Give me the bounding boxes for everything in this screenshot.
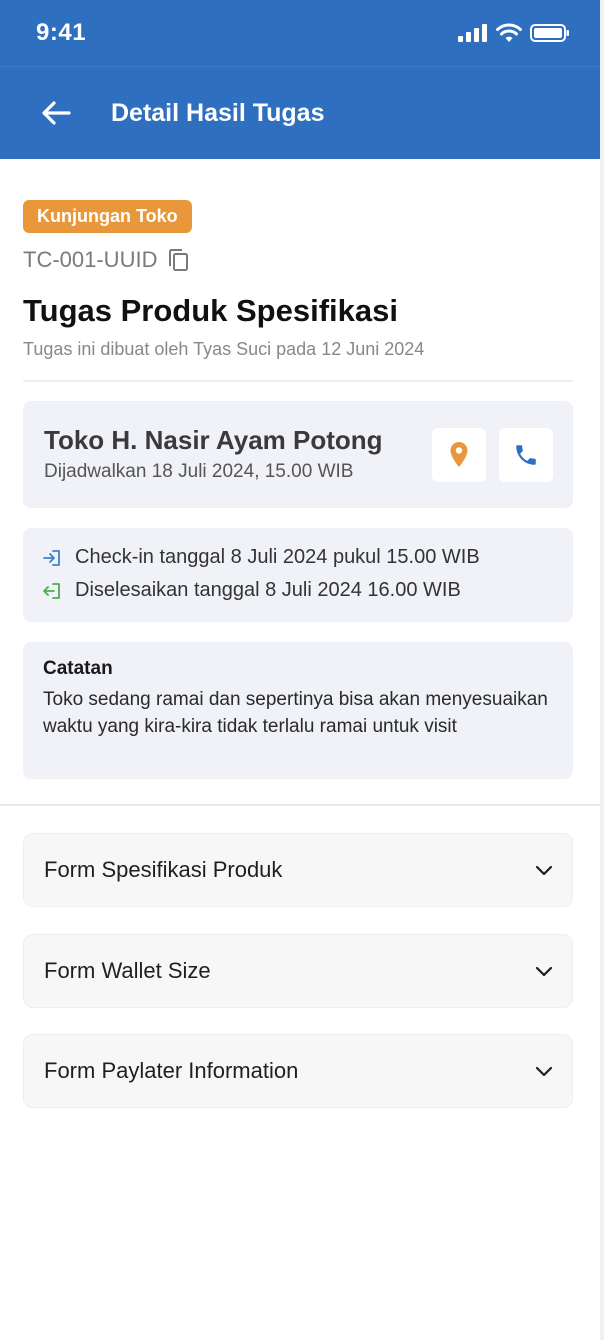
- screen: 9:41 Detail Hasil Tugas Kunjungan Toko T…: [0, 0, 604, 1340]
- notes-card: Catatan Toko sedang ramai dan sepertinya…: [23, 642, 573, 779]
- notes-body: Toko sedang ramai dan sepertinya bisa ak…: [43, 689, 548, 737]
- notes-title: Catatan: [43, 658, 113, 679]
- battery-icon: [530, 24, 569, 42]
- accordion-label: Form Spesifikasi Produk: [44, 857, 283, 882]
- phone-icon: [516, 445, 536, 465]
- task-id-row: TC-001-UUID: [23, 247, 189, 273]
- page-title: Detail Hasil Tugas: [111, 98, 325, 127]
- copy-icon: [169, 249, 189, 271]
- task-meta: Tugas ini dibuat oleh Tyas Suci pada 12 …: [23, 339, 425, 359]
- section-divider: [0, 804, 600, 806]
- edge-strip: [600, 0, 604, 1340]
- back-button[interactable]: [26, 83, 86, 143]
- call-button[interactable]: [499, 428, 553, 482]
- location-pin-icon: [450, 442, 468, 467]
- task-type-badge: Kunjungan Toko: [23, 200, 192, 233]
- task-id: TC-001-UUID: [23, 247, 158, 272]
- task-title: Tugas Produk Spesifikasi: [23, 293, 398, 328]
- login-icon: [43, 549, 60, 566]
- arrow-left-icon: [42, 101, 71, 125]
- wifi-icon: [496, 23, 522, 42]
- chevron-down-icon: [535, 1066, 553, 1077]
- app-bar: Detail Hasil Tugas: [0, 66, 600, 159]
- divider: [23, 380, 573, 382]
- status-icons: [458, 23, 570, 43]
- chevron-down-icon: [535, 966, 553, 977]
- signal-icon: [458, 24, 487, 42]
- activity-log-card: Check-in tanggal 8 Juli 2024 pukul 15.00…: [23, 528, 573, 622]
- checkin-row: Check-in tanggal 8 Juli 2024 pukul 15.00…: [43, 546, 480, 569]
- store-name: Toko H. Nasir Ayam Potong: [44, 425, 383, 455]
- form-accordion-paylater-information[interactable]: Form Paylater Information: [23, 1034, 573, 1108]
- checkin-text: Check-in tanggal 8 Juli 2024 pukul 15.00…: [75, 546, 480, 568]
- logout-icon: [43, 582, 60, 599]
- location-button[interactable]: [432, 428, 486, 482]
- form-accordion-spesifikasi-produk[interactable]: Form Spesifikasi Produk: [23, 833, 573, 907]
- store-schedule: Dijadwalkan 18 Juli 2024, 15.00 WIB: [44, 461, 354, 482]
- chevron-down-icon: [535, 865, 553, 876]
- status-bar: 9:41: [0, 0, 600, 66]
- accordion-label: Form Paylater Information: [44, 1058, 299, 1083]
- status-time: 9:41: [36, 19, 87, 46]
- copy-button[interactable]: [167, 248, 189, 272]
- store-card: Toko H. Nasir Ayam Potong Dijadwalkan 18…: [23, 401, 573, 508]
- completed-text: Diselesaikan tanggal 8 Juli 2024 16.00 W…: [75, 579, 461, 601]
- completed-row: Diselesaikan tanggal 8 Juli 2024 16.00 W…: [43, 579, 461, 602]
- form-accordion-wallet-size[interactable]: Form Wallet Size: [23, 934, 573, 1008]
- accordion-label: Form Wallet Size: [44, 958, 211, 983]
